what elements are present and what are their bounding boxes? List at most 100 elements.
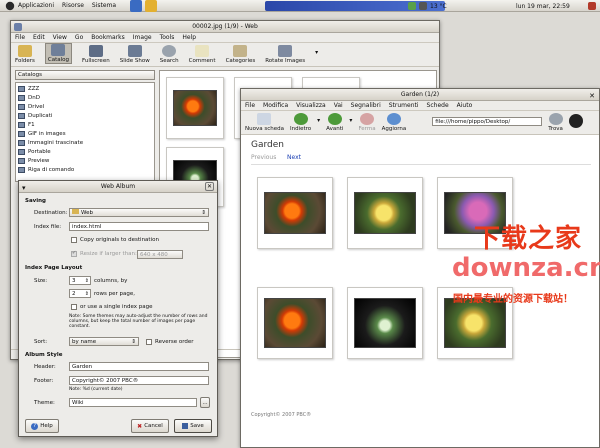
gallery-image [354, 192, 416, 234]
search-button[interactable]: Search [160, 45, 179, 64]
rotate-images-button[interactable]: Rotate Images [265, 45, 305, 64]
tree-item-drivel[interactable]: Drivel [16, 102, 154, 111]
stop-label: Ferma [358, 126, 376, 132]
resize-value: 640 x 480 [140, 252, 168, 258]
forward-history-icon[interactable]: ▾ [349, 117, 352, 124]
save-button[interactable]: Save [174, 419, 212, 433]
tree-item-preview[interactable]: Preview [16, 156, 154, 165]
mail-launcher-icon[interactable] [145, 0, 158, 12]
tree-item-label: F1 [28, 121, 35, 128]
back-button[interactable]: Indietro [290, 113, 311, 132]
find-icon [548, 113, 563, 125]
gallery-thumb[interactable] [257, 287, 333, 359]
forward-button[interactable]: Avanti [326, 113, 343, 132]
categories-button[interactable]: Categories [226, 45, 255, 64]
index-file-input[interactable]: index.html [69, 222, 209, 231]
menu-file[interactable]: File [15, 34, 25, 41]
menu-help[interactable]: Help [182, 34, 196, 41]
dialog-menu-icon[interactable]: ▾ [22, 182, 26, 194]
spin-arrows-icon: ⇕ [201, 210, 206, 216]
shutdown-icon[interactable] [588, 2, 596, 10]
weather-icon[interactable] [419, 2, 427, 10]
reverse-order-checkbox[interactable] [146, 339, 152, 345]
find-button[interactable]: Trova [548, 113, 563, 132]
menu-image[interactable]: Image [133, 34, 152, 41]
copy-originals-checkbox[interactable] [71, 237, 77, 243]
comment-button[interactable]: Comment [189, 45, 216, 64]
next-link[interactable]: Next [287, 154, 301, 161]
browser-launcher-icon[interactable] [130, 0, 143, 12]
tree-item-portable[interactable]: Portable [16, 147, 154, 156]
stop-icon [360, 113, 374, 125]
rows-suffix: rows per page, [94, 291, 135, 297]
rows-spinner[interactable]: 2 ⇕ [69, 289, 91, 298]
menu-go[interactable]: Go [75, 34, 83, 41]
catalog-item-icon [18, 94, 25, 101]
header-input[interactable]: Garden [69, 362, 209, 371]
sort-select[interactable]: by name ⇕ [69, 337, 139, 346]
gallery-thumb[interactable] [347, 177, 423, 249]
footer-input[interactable]: Copyright© 2007 PBC® [69, 376, 209, 385]
help-button[interactable]: ? Help [25, 419, 59, 433]
menu-bookmarks[interactable]: Bookmarks [91, 34, 125, 41]
theme-browse-button[interactable]: ... [200, 397, 210, 408]
gnome-menu-system[interactable]: Sistema [92, 2, 116, 9]
slideshow-button[interactable]: Slide Show [120, 45, 150, 64]
network-icon[interactable] [408, 2, 416, 10]
gnome-menu-applications[interactable]: Applicazioni [4, 0, 54, 12]
single-page-label: or use a single index page [80, 304, 153, 310]
theme-input[interactable]: Wiki [69, 398, 197, 407]
album-style-heading: Album Style [25, 352, 63, 358]
reload-icon [386, 113, 401, 125]
menu-tools[interactable]: Tools [160, 34, 175, 41]
destination-select[interactable]: Web ⇕ [69, 208, 209, 217]
columns-spinner[interactable]: 3 ⇕ [69, 276, 91, 285]
menu-segnalibri[interactable]: Segnalibri [351, 102, 381, 109]
folders-button[interactable]: Folders [15, 45, 35, 64]
previous-link[interactable]: Previous [251, 154, 276, 161]
menu-schede[interactable]: Schede [427, 102, 449, 109]
close-icon[interactable]: ✕ [205, 182, 214, 191]
reload-button[interactable]: Aggiorna [382, 113, 406, 132]
menu-visualizza[interactable]: Visualizza [296, 102, 326, 109]
catalog-selector[interactable]: Catalogs [15, 70, 155, 80]
gallery-thumb[interactable] [347, 287, 423, 359]
fullscreen-button[interactable]: Fullscreen [82, 45, 110, 64]
thumbnail[interactable] [166, 77, 224, 139]
toolbar-overflow-icon[interactable]: ▾ [315, 49, 318, 56]
tree-item-zzz[interactable]: ZZZ [16, 84, 154, 93]
menu-modifica[interactable]: Modifica [263, 102, 288, 109]
resize-select[interactable]: 640 x 480 [137, 250, 183, 259]
cancel-button[interactable]: ✖ Cancel [131, 419, 169, 433]
tree-item-immagini[interactable]: Immagini trascinate [16, 138, 154, 147]
footer-note: Note: %d (current date) [69, 387, 123, 392]
gallery-image [444, 298, 506, 348]
tree-item-riga[interactable]: Riga di comando [16, 165, 154, 174]
menu-aiuto[interactable]: Aiuto [457, 102, 473, 109]
menu-strumenti[interactable]: Strumenti [389, 102, 419, 109]
resize-checkbox[interactable]: ✔ [71, 250, 77, 257]
window-menu-icon[interactable] [14, 23, 22, 31]
tree-item-label: Portable [28, 148, 51, 155]
tree-item-duplicati[interactable]: Duplicati [16, 111, 154, 120]
tree-item-gif[interactable]: GIF in images [16, 129, 154, 138]
single-page-checkbox[interactable] [71, 304, 77, 310]
tree-item-f1[interactable]: F1 [16, 120, 154, 129]
close-icon[interactable]: ✕ [589, 90, 595, 102]
slideshow-icon [127, 45, 142, 57]
tree-item-dnd[interactable]: DnD [16, 93, 154, 102]
new-tab-button[interactable]: Nuova scheda [245, 113, 284, 132]
back-history-icon[interactable]: ▾ [317, 117, 320, 124]
gnome-menu-places[interactable]: Risorse [62, 2, 84, 9]
layout-note: Note: Some themes may auto-adjust the nu… [69, 314, 208, 329]
stop-button[interactable]: Ferma [358, 113, 376, 132]
gallery-thumb[interactable] [257, 177, 333, 249]
catalog-button[interactable]: Catalog [44, 43, 72, 64]
url-bar[interactable]: file:///home/pippo/Desktop/ [432, 117, 543, 126]
clock[interactable]: lun 19 mar, 22:59 [516, 3, 570, 10]
menu-vai[interactable]: Vai [334, 102, 343, 109]
menu-edit[interactable]: Edit [33, 34, 45, 41]
menu-view[interactable]: View [53, 34, 67, 41]
copy-originals-label: Copy originals to destination [80, 237, 159, 243]
menu-file[interactable]: File [245, 102, 255, 109]
